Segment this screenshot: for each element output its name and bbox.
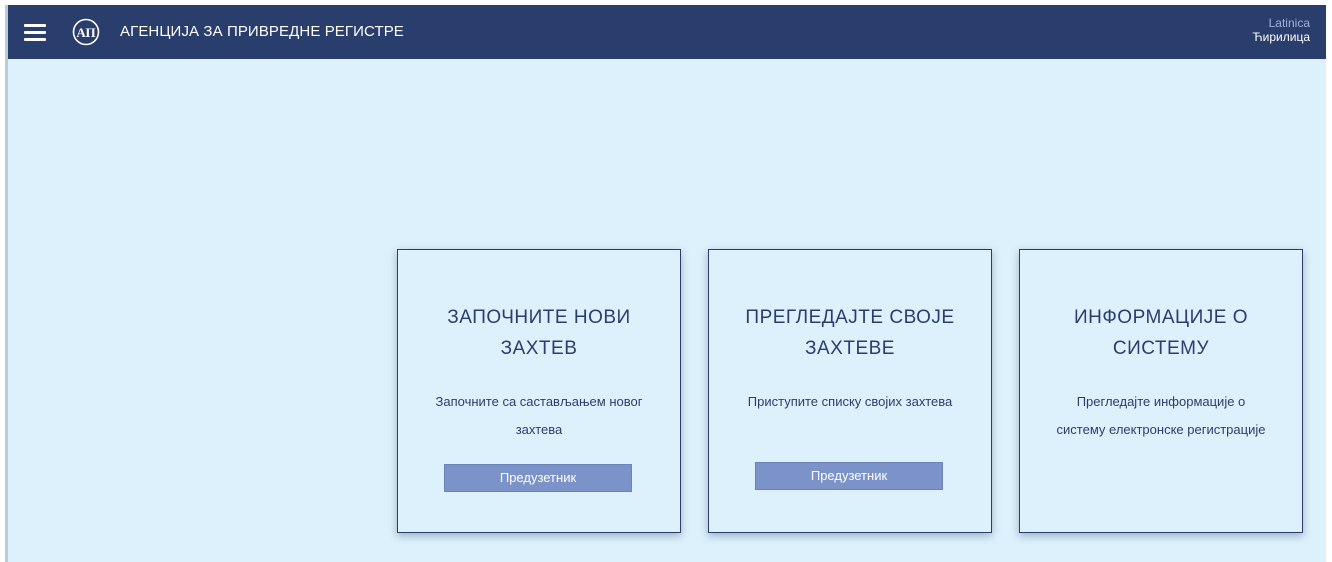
card-system-info[interactable]: ИНФОРМАЦИЈЕ О СИСТЕМУ Прегледајте информ…	[1019, 249, 1303, 533]
app-frame: АП АГЕНЦИЈА ЗА ПРИВРЕДНЕ РЕГИСТРЕ Latini…	[5, 5, 1326, 562]
card-review-requests[interactable]: ПРЕГЛЕДАЈТЕ СВОЈЕ ЗАХТЕВЕ Приступите спи…	[708, 249, 992, 533]
lang-cyrillic-link[interactable]: Ћирилица	[1252, 30, 1310, 44]
card-title: ИНФОРМАЦИЈЕ О СИСТЕМУ	[1073, 307, 1248, 359]
lang-latin-link[interactable]: Latinica	[1252, 16, 1310, 30]
card-description: Започните са састављањем новог захтева	[435, 394, 643, 437]
top-header: АП АГЕНЦИЈА ЗА ПРИВРЕДНЕ РЕГИСТРЕ Latini…	[8, 5, 1326, 59]
language-switcher: Latinica Ћирилица	[1252, 16, 1310, 44]
card-description: Приступите списку својих захтева	[747, 394, 953, 409]
hamburger-menu-icon[interactable]	[24, 24, 46, 41]
entrepreneur-button-review[interactable]: Предузетник	[755, 462, 943, 490]
card-new-request[interactable]: ЗАПОЧНИТЕ НОВИ ЗАХТЕВ Започните са саста…	[397, 249, 681, 533]
svg-text:АП: АП	[76, 25, 95, 40]
entrepreneur-button-new[interactable]: Предузетник	[444, 464, 632, 492]
card-title: ЗАПОЧНИТЕ НОВИ ЗАХТЕВ	[447, 307, 631, 359]
apr-logo-icon[interactable]: АП	[72, 18, 100, 46]
card-title: ПРЕГЛЕДАЈТЕ СВОЈЕ ЗАХТЕВЕ	[745, 307, 955, 359]
agency-title[interactable]: АГЕНЦИЈА ЗА ПРИВРЕДНЕ РЕГИСТРЕ	[120, 23, 404, 40]
card-description: Прегледајте информације о систему електр…	[1056, 394, 1266, 437]
